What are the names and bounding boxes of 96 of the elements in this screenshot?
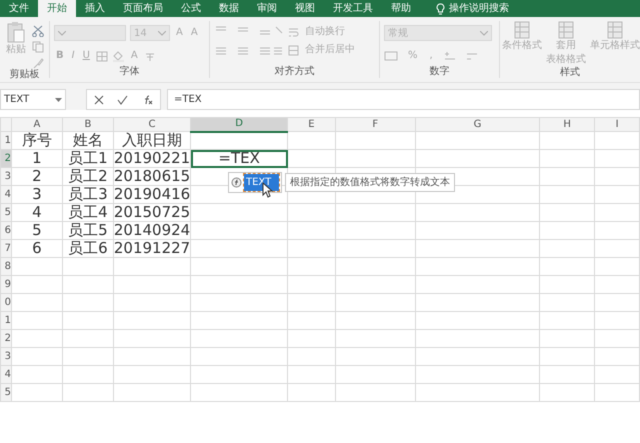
caret-icon (58, 30, 66, 36)
cancel-icon[interactable] (94, 94, 104, 104)
row-header[interactable]: 2 (0, 150, 12, 168)
row-header[interactable]: 7 (0, 240, 12, 258)
table-cell[interactable]: 20190221 (113, 150, 191, 168)
row-header[interactable]: 3 (0, 168, 12, 186)
name-box-value: TEXT (4, 93, 30, 107)
table-style-icon (607, 21, 623, 39)
ribbon-tab[interactable]: 文件 (0, 0, 38, 17)
caret-icon (158, 30, 166, 36)
table-cell[interactable]: 4 (11, 204, 62, 222)
row-header[interactable]: 1 (0, 132, 12, 150)
column-header[interactable]: G (415, 118, 540, 132)
ribbon-tab[interactable]: 开始 (38, 0, 76, 17)
function-icon (231, 177, 242, 188)
row-header[interactable]: 4 (0, 186, 12, 204)
autocomplete-item[interactable]: TEXT (244, 174, 280, 191)
row-header[interactable]: 9 (0, 276, 12, 294)
table-cell[interactable]: 3 (11, 186, 62, 204)
table-cell[interactable]: 员工1 (62, 150, 114, 168)
fill-color-icon[interactable] (112, 50, 125, 62)
row-header[interactable]: 0 (0, 294, 12, 312)
ribbon-tab[interactable]: 帮助 (382, 0, 420, 17)
row-header[interactable]: 4 (0, 366, 12, 384)
paste-icon (7, 21, 25, 43)
borders-icon[interactable] (96, 50, 108, 62)
wrap-text-icon[interactable] (288, 26, 299, 38)
ribbon-tab[interactable]: 审阅 (248, 0, 286, 17)
search-hint[interactable]: 操作说明搜索 (449, 1, 509, 16)
table-cell[interactable]: 6 (11, 240, 62, 258)
align-center-icon (214, 45, 284, 57)
table-cell[interactable]: 员工2 (62, 168, 114, 186)
table-cell[interactable]: 员工4 (62, 204, 114, 222)
formula-field[interactable]: =TEX (167, 89, 640, 110)
brush-icon[interactable] (32, 57, 44, 69)
ribbon-tab[interactable]: 插入 (76, 0, 114, 17)
group-label: 样式 (559, 67, 581, 79)
ribbon-tab[interactable]: 数据 (210, 0, 248, 17)
column-header[interactable]: E (288, 118, 336, 132)
lightbulb-icon (436, 2, 445, 14)
table-cell[interactable]: 姓名 (62, 132, 114, 150)
group-label: 剪贴板 (8, 69, 40, 81)
style-button-label: 条件格式 (502, 39, 542, 53)
align-top-icon (214, 25, 284, 37)
name-box[interactable]: TEXT (0, 89, 66, 110)
row-header[interactable]: 6 (0, 222, 12, 240)
caret-icon (480, 30, 488, 36)
function-icon[interactable] (142, 94, 154, 104)
table-cell[interactable]: 2 (11, 168, 62, 186)
table-cell[interactable]: 20180615 (113, 168, 191, 186)
column-header[interactable]: D (190, 118, 288, 132)
style-button-label: 套用 (556, 39, 576, 53)
scissors-icon[interactable] (32, 25, 44, 37)
select-all-corner[interactable] (0, 118, 12, 132)
row-header[interactable]: 5 (0, 384, 12, 402)
ribbon-tab[interactable]: 公式 (172, 0, 210, 17)
table-cell[interactable]: 员工6 (62, 240, 114, 258)
row-header[interactable]: 3 (0, 348, 12, 366)
group-label: 对齐方式 (274, 66, 316, 78)
table-cell[interactable]: 员工3 (62, 186, 114, 204)
row-header[interactable]: 5 (0, 204, 12, 222)
style-button-label: 表格格式 (546, 53, 586, 66)
column-header[interactable]: C (113, 118, 191, 132)
table-cell[interactable]: 20150725 (113, 204, 191, 222)
column-header[interactable]: A (11, 118, 62, 132)
table-cell[interactable]: 20190416 (113, 186, 191, 204)
table-cell[interactable]: 20191227 (113, 240, 191, 258)
column-header[interactable]: B (62, 118, 114, 132)
column-header[interactable]: I (594, 118, 640, 132)
increase-decimal-icon[interactable] (442, 50, 457, 62)
function-tooltip: 根据指定的数值格式将数字转成文本 (285, 173, 456, 192)
table-cell[interactable]: 员工5 (62, 222, 114, 240)
row-header[interactable]: 2 (0, 330, 12, 348)
enter-icon[interactable] (117, 94, 128, 104)
merge-icon[interactable] (288, 44, 299, 56)
table-cell[interactable]: 入职日期 (113, 132, 191, 150)
active-cell[interactable]: =TEX (190, 150, 288, 168)
ribbon-tab[interactable]: 开发工具 (324, 0, 382, 17)
column-header[interactable]: F (335, 118, 416, 132)
table-style-icon (558, 21, 574, 39)
table-cell[interactable]: 1 (11, 150, 62, 168)
table-cell[interactable]: 5 (11, 222, 62, 240)
row-header[interactable]: 1 (0, 312, 12, 330)
table-cell[interactable]: 序号 (11, 132, 62, 150)
group-label: 字体 (118, 66, 140, 78)
style-button-label: 单元格样式 (590, 39, 640, 53)
ribbon-tab[interactable]: 页面布局 (114, 0, 172, 17)
table-cell[interactable]: 20140924 (113, 222, 191, 240)
row-header[interactable]: 8 (0, 258, 12, 276)
font-name-field[interactable] (54, 25, 126, 41)
table-style-icon (514, 21, 530, 39)
caret-icon (55, 98, 62, 102)
copy-icon[interactable] (32, 41, 44, 53)
ribbon-tab[interactable]: 视图 (286, 0, 324, 17)
group-label: 数字 (428, 66, 450, 78)
column-header[interactable]: H (540, 118, 595, 132)
